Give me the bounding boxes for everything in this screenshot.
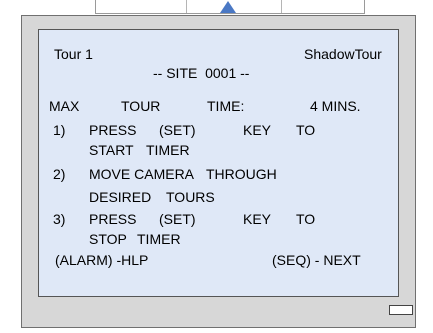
osd-screen: Tour 1 ShadowTour -- SITE 0001 -- MAX TO… xyxy=(38,29,399,297)
step-text: START xyxy=(89,142,134,158)
step-number: 1) xyxy=(53,122,66,138)
tour-type: ShadowTour xyxy=(304,46,382,62)
max-label: MAX xyxy=(49,98,80,114)
step-text: TIMER xyxy=(146,142,190,158)
tour-name: Tour 1 xyxy=(54,46,93,62)
step-text: (SET) xyxy=(159,122,196,138)
step-text: PRESS xyxy=(89,122,137,138)
step-text: TIMER xyxy=(137,231,181,247)
step-text: DESIRED xyxy=(89,189,152,205)
step-text: KEY xyxy=(243,122,272,138)
step-text: MOVE CAMERA xyxy=(89,166,195,182)
step-text: TO xyxy=(296,211,316,227)
step-text: PRESS xyxy=(89,211,137,227)
time-label: TIME: xyxy=(207,98,245,114)
help-hint: (ALARM) -HLP xyxy=(55,252,149,268)
top-tab-segment-left xyxy=(96,0,187,13)
next-hint: (SEQ) - NEXT xyxy=(272,252,361,268)
up-arrow-icon[interactable] xyxy=(220,1,236,13)
step-text: TO xyxy=(296,122,316,138)
max-time-value: 4 MINS. xyxy=(310,98,361,114)
site-label: -- SITE 0001 -- xyxy=(153,65,250,81)
status-indicator xyxy=(389,305,413,315)
step-number: 2) xyxy=(53,166,66,182)
step-text: THROUGH xyxy=(206,166,277,182)
step-text: KEY xyxy=(243,211,272,227)
monitor-display: Tour 1 ShadowTour -- SITE 0001 -- MAX TO… xyxy=(0,0,433,333)
step-text: STOP xyxy=(89,231,127,247)
step-number: 3) xyxy=(53,211,66,227)
step-text: TOURS xyxy=(166,189,215,205)
step-text: (SET) xyxy=(159,211,196,227)
tour-label: TOUR xyxy=(121,98,161,114)
